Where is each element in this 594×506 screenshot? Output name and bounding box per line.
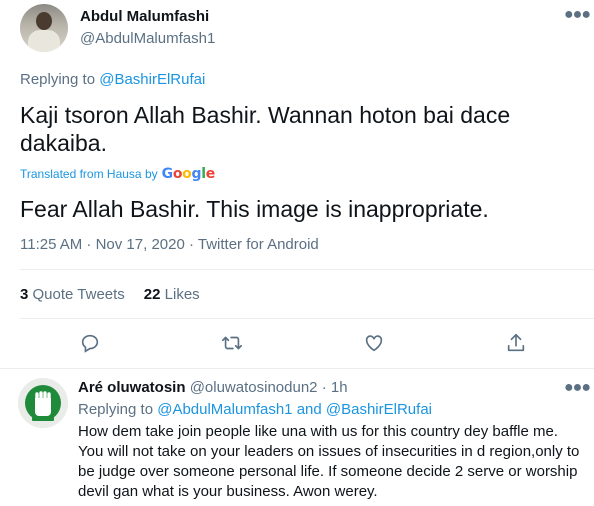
display-name[interactable]: Abdul Malumfashi	[80, 8, 209, 25]
replying-to: Replying to @AbdulMalumfash1 and @Bashir…	[78, 401, 432, 418]
like-icon[interactable]	[358, 327, 390, 359]
divider	[20, 318, 594, 319]
quote-tweets-stat[interactable]: 3 Quote Tweets	[20, 286, 125, 303]
likes-stat[interactable]: 22 Likes	[144, 286, 200, 303]
replying-prefix: Replying to	[78, 401, 154, 418]
avatar[interactable]	[18, 378, 68, 428]
action-bar	[0, 327, 594, 359]
handle[interactable]: @oluwatosinodun2	[190, 379, 318, 396]
more-icon[interactable]: ●●●	[564, 379, 591, 397]
share-icon[interactable]	[500, 327, 532, 359]
avatar[interactable]	[20, 4, 68, 52]
replying-to-link[interactable]: @AbdulMalumfash1	[157, 401, 292, 418]
reply-icon[interactable]	[74, 327, 106, 359]
replying-to-link[interactable]: @BashirElRufai	[99, 71, 205, 88]
google-logo: Google	[161, 166, 216, 182]
engagement-stats: 3 Quote Tweets 22 Likes	[20, 286, 200, 303]
display-name[interactable]: Aré oluwatosin	[78, 379, 186, 396]
more-icon[interactable]: ●●●	[564, 6, 591, 24]
divider	[20, 269, 594, 270]
tweet-text: Kaji tsoron Allah Bashir. Wannan hoton b…	[20, 102, 511, 156]
translation-text: Fear Allah Bashir. This image is inappro…	[20, 196, 489, 222]
translated-from-label: Translated from Hausa by	[20, 167, 158, 181]
main-tweet: Abdul Malumfashi @AbdulMalumfash1 ●●● Re…	[0, 0, 594, 367]
tweet-timestamp[interactable]: 11:25 AM · Nov 17, 2020 · Twitter for An…	[20, 236, 319, 253]
replying-and: and	[296, 401, 322, 418]
replying-prefix: Replying to	[20, 71, 96, 88]
reply-time[interactable]: · 1h	[322, 379, 348, 396]
handle[interactable]: @AbdulMalumfash1	[80, 30, 215, 47]
reply-author[interactable]: Aré oluwatosin @oluwatosinodun2 · 1h	[78, 379, 348, 396]
replying-to: Replying to @BashirElRufai	[20, 71, 205, 88]
reply-tweet[interactable]: Aré oluwatosin @oluwatosinodun2 · 1h ●●●…	[0, 368, 594, 506]
translation-attribution[interactable]: Translated from Hausa by Google	[20, 166, 215, 182]
reply-text: How dem take join people like una with u…	[78, 423, 580, 500]
replying-to-link[interactable]: @BashirElRufai	[326, 401, 432, 418]
retweet-icon[interactable]	[216, 327, 248, 359]
